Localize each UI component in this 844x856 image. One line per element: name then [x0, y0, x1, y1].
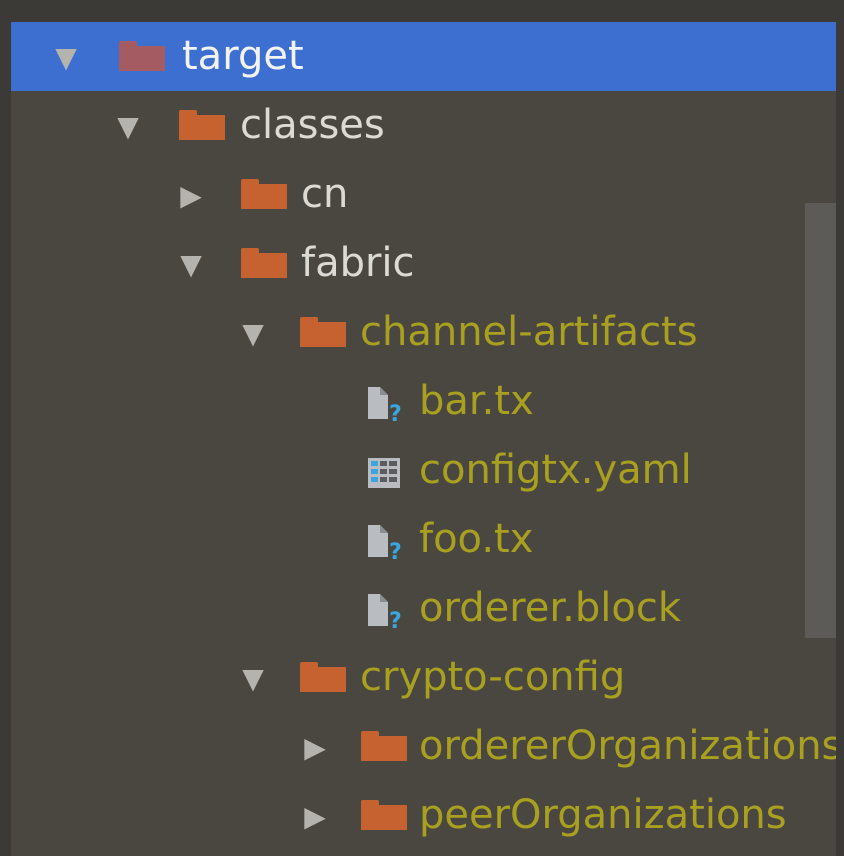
tree-row-label: channel-artifacts [360, 309, 698, 355]
project-tree-panel: ▼ target ▼ classes ▶ cn ▼ fabric ▼ chann… [0, 0, 844, 856]
tree-row-label: cn [301, 171, 349, 217]
file-tree: ▼ target ▼ classes ▶ cn ▼ fabric ▼ chann… [11, 22, 842, 856]
folder-icon [119, 41, 165, 71]
expanded-arrow-icon[interactable]: ▼ [233, 314, 273, 354]
yaml-file-icon [368, 458, 400, 488]
tree-row-peer-organizations[interactable]: ▶ peerOrganizations [11, 781, 836, 850]
unknown-file-icon: ? [368, 387, 402, 425]
tree-row-cn[interactable]: ▶ cn [11, 160, 836, 229]
tree-row-label: ordererOrganizations [419, 723, 843, 769]
tree-row-fabric[interactable]: ▼ fabric [11, 229, 836, 298]
expanded-arrow-icon[interactable]: ▼ [108, 107, 148, 147]
unknown-file-icon: ? [368, 594, 402, 632]
tree-row-orderer-organizations[interactable]: ▶ ordererOrganizations [11, 712, 842, 781]
tree-row-label: bar.tx [419, 378, 534, 424]
collapsed-arrow-icon[interactable]: ▶ [295, 797, 335, 837]
tree-row-label: peerOrganizations [419, 792, 787, 838]
svg-text:?: ? [389, 402, 402, 425]
folder-icon [300, 662, 346, 692]
collapsed-arrow-icon[interactable]: ▶ [295, 728, 335, 768]
folder-icon [300, 317, 346, 347]
tree-row-label: configtx.yaml [419, 447, 692, 493]
unknown-file-icon: ? [368, 525, 402, 563]
tree-row-label: foo.tx [419, 516, 534, 562]
tree-row-bar-tx[interactable]: ? bar.tx [11, 367, 836, 436]
tree-row-label: fabric [301, 240, 415, 286]
tree-row-target[interactable]: ▼ target [11, 22, 836, 91]
tree-row-label: orderer.block [419, 585, 682, 631]
expanded-arrow-icon[interactable]: ▼ [233, 659, 273, 699]
tree-row-crypto-config[interactable]: ▼ crypto-config [11, 643, 836, 712]
vertical-scrollbar[interactable] [805, 203, 836, 638]
expanded-arrow-icon[interactable]: ▼ [171, 245, 211, 285]
tree-row-orderer-block[interactable]: ? orderer.block [11, 574, 836, 643]
tree-row-label: classes [240, 102, 385, 148]
folder-icon [361, 731, 407, 761]
folder-icon [361, 800, 407, 830]
svg-text:?: ? [389, 609, 402, 632]
tree-row-label: crypto-config [360, 654, 626, 700]
panel-right-edge [836, 0, 844, 856]
panel-left-edge [0, 0, 11, 856]
folder-icon [241, 248, 287, 278]
tree-row-foo-tx[interactable]: ? foo.tx [11, 505, 836, 574]
tree-row-configtx-yaml[interactable]: configtx.yaml [11, 436, 836, 505]
folder-icon [241, 179, 287, 209]
tree-row-channel-artifacts[interactable]: ▼ channel-artifacts [11, 298, 836, 367]
collapsed-arrow-icon[interactable]: ▶ [171, 176, 211, 216]
expanded-arrow-icon[interactable]: ▼ [46, 38, 86, 78]
svg-text:?: ? [389, 540, 402, 563]
folder-icon [179, 110, 225, 140]
panel-top-edge [0, 0, 844, 22]
tree-row-label: target [182, 33, 304, 79]
tree-row-classes[interactable]: ▼ classes [11, 91, 836, 160]
